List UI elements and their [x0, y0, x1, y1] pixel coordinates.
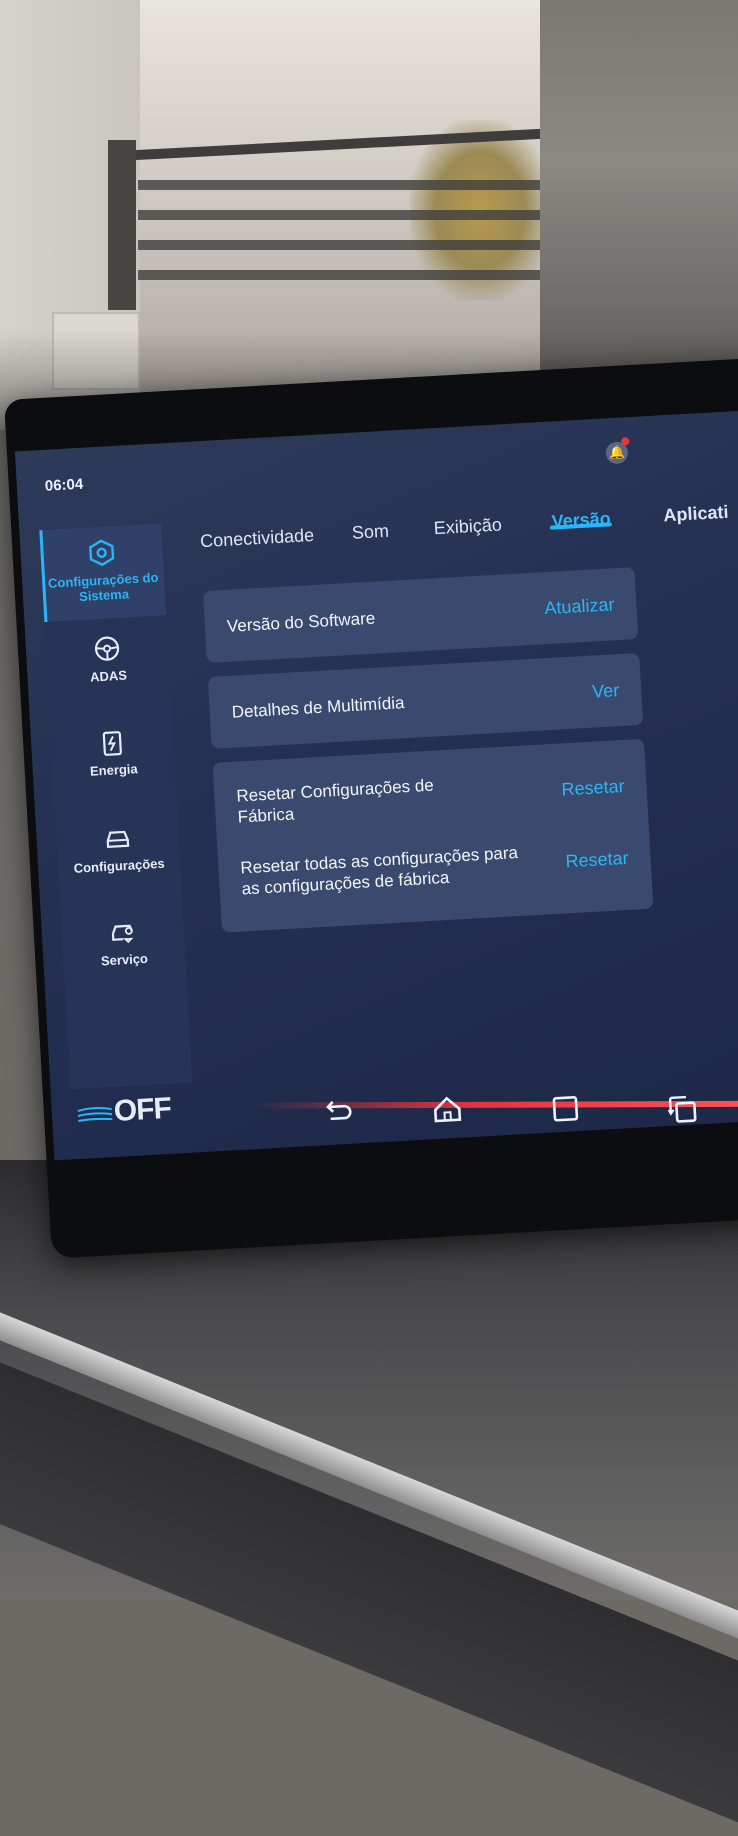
sidebar-item-label: Serviço [101, 951, 149, 969]
notification-badge [621, 437, 629, 445]
pergola [108, 110, 548, 310]
tab-connectivity[interactable]: Conectividade [200, 525, 315, 552]
multimedia-details-card[interactable]: Detalhes de Multimídia Ver [208, 653, 643, 749]
view-button[interactable]: Ver [592, 680, 620, 702]
tab-apps[interactable]: Aplicati [663, 502, 729, 527]
software-version-label: Versão do Software [226, 599, 527, 637]
climate-off-button[interactable]: OFF [113, 1092, 172, 1129]
sidebar-item-label: Energia [90, 761, 138, 779]
multimedia-details-label: Detalhes de Multimídia [231, 685, 532, 723]
infotainment-bezel: 06:04 🔔 Configurações do Sistema [4, 358, 738, 1259]
pergola-beam [138, 240, 558, 250]
reset-all-row[interactable]: Resetar todas as configurações para as c… [240, 836, 630, 902]
reset-all-label: Resetar todas as configurações para as c… [240, 841, 542, 900]
tab-sound[interactable]: Som [351, 521, 389, 544]
recents-icon[interactable] [548, 1091, 584, 1127]
split-screen-icon[interactable] [664, 1090, 700, 1126]
settings-hex-icon [87, 538, 117, 568]
pergola-beam [138, 270, 558, 280]
pergola-beam [108, 128, 548, 161]
pergola-beam [138, 210, 558, 220]
status-time: 06:04 [44, 476, 83, 495]
sidebar-item-label: ADAS [90, 668, 128, 685]
sidebar-item-label: Configurações do Sistema [48, 570, 159, 604]
factory-reset-card: Resetar Configurações de Fábrica Resetar… [213, 739, 654, 933]
reset-settings-row[interactable]: Resetar Configurações de Fábrica Resetar [236, 764, 626, 830]
reset-settings-button[interactable]: Resetar [561, 776, 625, 800]
sidebar-item-service[interactable]: Serviço [61, 915, 187, 992]
sidebar-item-vehicle-settings[interactable]: Configurações [56, 821, 182, 898]
pergola-post [108, 140, 136, 310]
sidebar-item-adas[interactable]: ADAS [45, 631, 171, 708]
car-icon [103, 824, 133, 854]
battery-charge-icon [98, 728, 128, 758]
steering-wheel-icon [92, 634, 122, 664]
sidebar: Configurações do Sistema ADAS Energia [39, 523, 192, 1089]
sidebar-item-label: Configurações [73, 856, 165, 876]
infotainment-screen: 06:04 🔔 Configurações do Sistema [15, 410, 738, 1160]
back-icon[interactable] [319, 1094, 355, 1130]
software-version-card[interactable]: Versão do Software Atualizar [203, 567, 638, 663]
sidebar-item-system-settings[interactable]: Configurações do Sistema [39, 523, 166, 622]
tab-display[interactable]: Exibição [433, 514, 502, 539]
home-icon[interactable] [429, 1091, 465, 1127]
fan-airflow-icon [75, 1103, 116, 1127]
update-button[interactable]: Atualizar [544, 594, 615, 619]
reset-settings-label: Resetar Configurações de Fábrica [236, 773, 468, 828]
sidebar-item-energy[interactable]: Energia [51, 725, 177, 802]
settings-tabs: Conectividade Som Exibição Versão Aplica… [200, 500, 738, 571]
reset-all-button[interactable]: Resetar [565, 848, 629, 872]
pergola-beam [138, 180, 558, 190]
car-service-icon [108, 917, 138, 947]
